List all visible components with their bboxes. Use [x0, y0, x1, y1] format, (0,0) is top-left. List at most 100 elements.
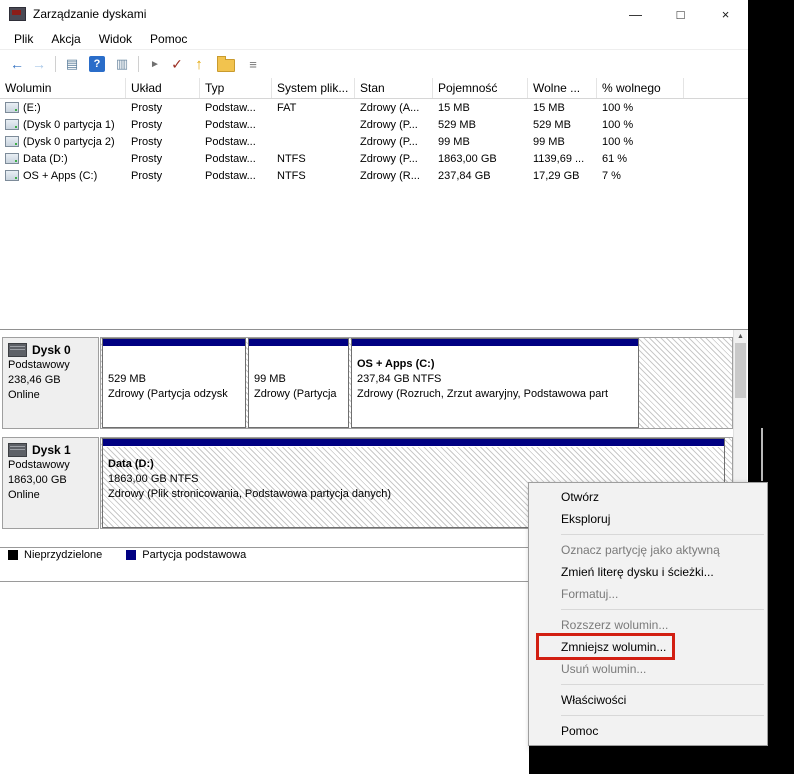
maximize-button[interactable]: □	[658, 0, 703, 28]
column-header-type[interactable]: Typ	[200, 78, 272, 98]
context-menu: Otwórz Eksploruj Oznacz partycję jako ak…	[528, 482, 768, 746]
menu-plik[interactable]: Plik	[5, 29, 42, 49]
column-header-status[interactable]: Stan	[355, 78, 433, 98]
up-arrow-icon[interactable]: ↑	[188, 53, 210, 75]
menu-separator	[561, 684, 764, 685]
disk-size: 1863,00 GB	[8, 474, 67, 486]
help-icon[interactable]: ?	[89, 56, 105, 72]
menu-item-mark-partition-active: Oznacz partycję jako aktywną	[561, 543, 720, 557]
export-list-icon[interactable]: ≡	[242, 53, 264, 75]
drive-icon	[5, 136, 19, 147]
partition-os-c[interactable]: OS + Apps (C:) 237,84 GB NTFS Zdrowy (Ro…	[351, 338, 639, 428]
partition-color-stripe	[103, 439, 724, 447]
menu-item-open[interactable]: Otwórz	[529, 486, 767, 508]
cell-type: Podstaw...	[205, 101, 256, 114]
column-header-layout[interactable]: Układ	[126, 78, 200, 98]
cell-capacity: 237,84 GB	[438, 169, 491, 182]
volume-row-e[interactable]: (E:) Prosty Podstaw... FAT Zdrowy (A... …	[0, 99, 748, 116]
menu-item-extend-volume: Rozszerz wolumin...	[561, 618, 669, 632]
forward-icon[interactable]: →	[28, 53, 50, 75]
disk-1-label[interactable]: Dysk 1 Podstawowy 1863,00 GB Online	[2, 437, 99, 529]
minimize-button[interactable]: —	[613, 0, 658, 28]
cell-capacity: 529 MB	[438, 118, 476, 131]
volume-name: (E:)	[23, 101, 41, 114]
partition-status: Zdrowy (Partycja	[254, 388, 337, 400]
menu-item-shrink-volume[interactable]: Zmniejsz wolumin...	[529, 633, 767, 660]
cell-type: Podstaw...	[205, 135, 256, 148]
partition-efi[interactable]: 99 MB Zdrowy (Partycja	[248, 338, 349, 428]
partition-recovery[interactable]: 529 MB Zdrowy (Partycja odzysk	[102, 338, 246, 428]
unallocated-swatch	[8, 550, 18, 560]
show-action-pane-icon[interactable]: ▥	[111, 53, 133, 75]
cell-status: Zdrowy (P...	[360, 152, 418, 165]
cell-filesystem: NTFS	[277, 169, 306, 182]
column-header-free[interactable]: Wolne ...	[528, 78, 597, 98]
volume-name: Data (D:)	[23, 152, 68, 165]
cell-status: Zdrowy (R...	[360, 169, 420, 182]
cell-capacity: 15 MB	[438, 101, 470, 114]
column-header-capacity[interactable]: Pojemność	[433, 78, 528, 98]
cell-status: Zdrowy (P...	[360, 118, 418, 131]
cell-layout: Prosty	[131, 169, 163, 182]
menu-item-change-drive-letter[interactable]: Zmień literę dysku i ścieżki...	[529, 561, 767, 583]
legend-label: Nieprzydzielone	[24, 549, 103, 561]
toolbar-separator	[55, 56, 56, 72]
cell-free: 99 MB	[533, 135, 565, 148]
disk-kind: Podstawowy	[8, 459, 70, 471]
background-window	[0, 582, 529, 774]
column-header-volume[interactable]: Wolumin	[0, 78, 126, 98]
pointer-icon[interactable]: ►	[144, 53, 166, 75]
cell-free: 17,29 GB	[533, 169, 580, 182]
legend-item-unallocated: Nieprzydzielone	[8, 549, 102, 561]
desktop: Zarządzanie dyskami — □ × Plik Akcja Wid…	[0, 0, 794, 774]
menu-akcja[interactable]: Akcja	[42, 29, 89, 49]
volume-name: (Dysk 0 partycja 1)	[23, 118, 115, 131]
menu-item-properties[interactable]: Właściwości	[529, 689, 767, 711]
volume-row-disk0-part2[interactable]: (Dysk 0 partycja 2) Prosty Podstaw... Zd…	[0, 133, 748, 150]
table-header: Wolumin Układ Typ System plik... Stan Po…	[0, 78, 748, 99]
disk-kind: Podstawowy	[8, 359, 70, 371]
cell-free: 15 MB	[533, 101, 565, 114]
disk-name: Dysk 0	[32, 343, 71, 357]
back-icon[interactable]: ←	[6, 53, 28, 75]
column-header-percent-free[interactable]: % wolnego	[597, 78, 684, 98]
cell-layout: Prosty	[131, 101, 163, 114]
volume-row-os-c[interactable]: OS + Apps (C:) Prosty Podstaw... NTFS Zd…	[0, 167, 748, 184]
toolbar-separator	[138, 56, 139, 72]
volume-row-disk0-part1[interactable]: (Dysk 0 partycja 1) Prosty Podstaw... Zd…	[0, 116, 748, 133]
menu-item-help[interactable]: Pomoc	[529, 720, 767, 742]
cell-percent-free: 100 %	[602, 118, 634, 131]
partition-title: OS + Apps (C:)	[357, 358, 435, 370]
menu-pomoc[interactable]: Pomoc	[141, 29, 196, 49]
partition-status: Zdrowy (Rozruch, Zrzut awaryjny, Podstaw…	[357, 388, 609, 400]
close-button[interactable]: ×	[703, 0, 748, 28]
drive-icon	[5, 102, 19, 113]
open-folder-icon[interactable]	[217, 56, 235, 72]
show-console-tree-icon[interactable]: ▤	[61, 53, 83, 75]
scroll-up-icon[interactable]: ▲	[734, 330, 747, 343]
menu-widok[interactable]: Widok	[90, 29, 141, 49]
cell-percent-free: 100 %	[602, 135, 634, 148]
cell-status: Zdrowy (P...	[360, 135, 418, 148]
cell-percent-free: 100 %	[602, 101, 634, 114]
cell-capacity: 1863,00 GB	[438, 152, 497, 165]
disk-status: Online	[8, 489, 40, 501]
cell-volume: (Dysk 0 partycja 2)	[0, 136, 126, 148]
disk-0-label[interactable]: Dysk 0 Podstawowy 238,46 GB Online	[2, 337, 99, 429]
partition-size: 529 MB	[108, 373, 146, 385]
primary-partition-swatch	[126, 550, 137, 560]
window-title: Zarządzanie dyskami	[33, 7, 147, 21]
menu-separator	[561, 609, 764, 610]
menu-item-explore[interactable]: Eksploruj	[529, 508, 767, 530]
app-icon	[9, 7, 26, 21]
volume-row-data-d[interactable]: Data (D:) Prosty Podstaw... NTFS Zdrowy …	[0, 150, 748, 167]
column-header-filesystem[interactable]: System plik...	[272, 78, 355, 98]
scroll-thumb[interactable]	[735, 343, 746, 398]
cell-filesystem: NTFS	[277, 152, 306, 165]
disk-0-graph: 529 MB Zdrowy (Partycja odzysk 99 MB Zdr…	[100, 337, 733, 429]
partition-title	[254, 357, 343, 372]
check-disk-icon[interactable]: ✓	[166, 53, 188, 75]
cell-layout: Prosty	[131, 118, 163, 131]
background-window-edge	[761, 428, 763, 481]
partition-color-stripe	[249, 339, 348, 347]
